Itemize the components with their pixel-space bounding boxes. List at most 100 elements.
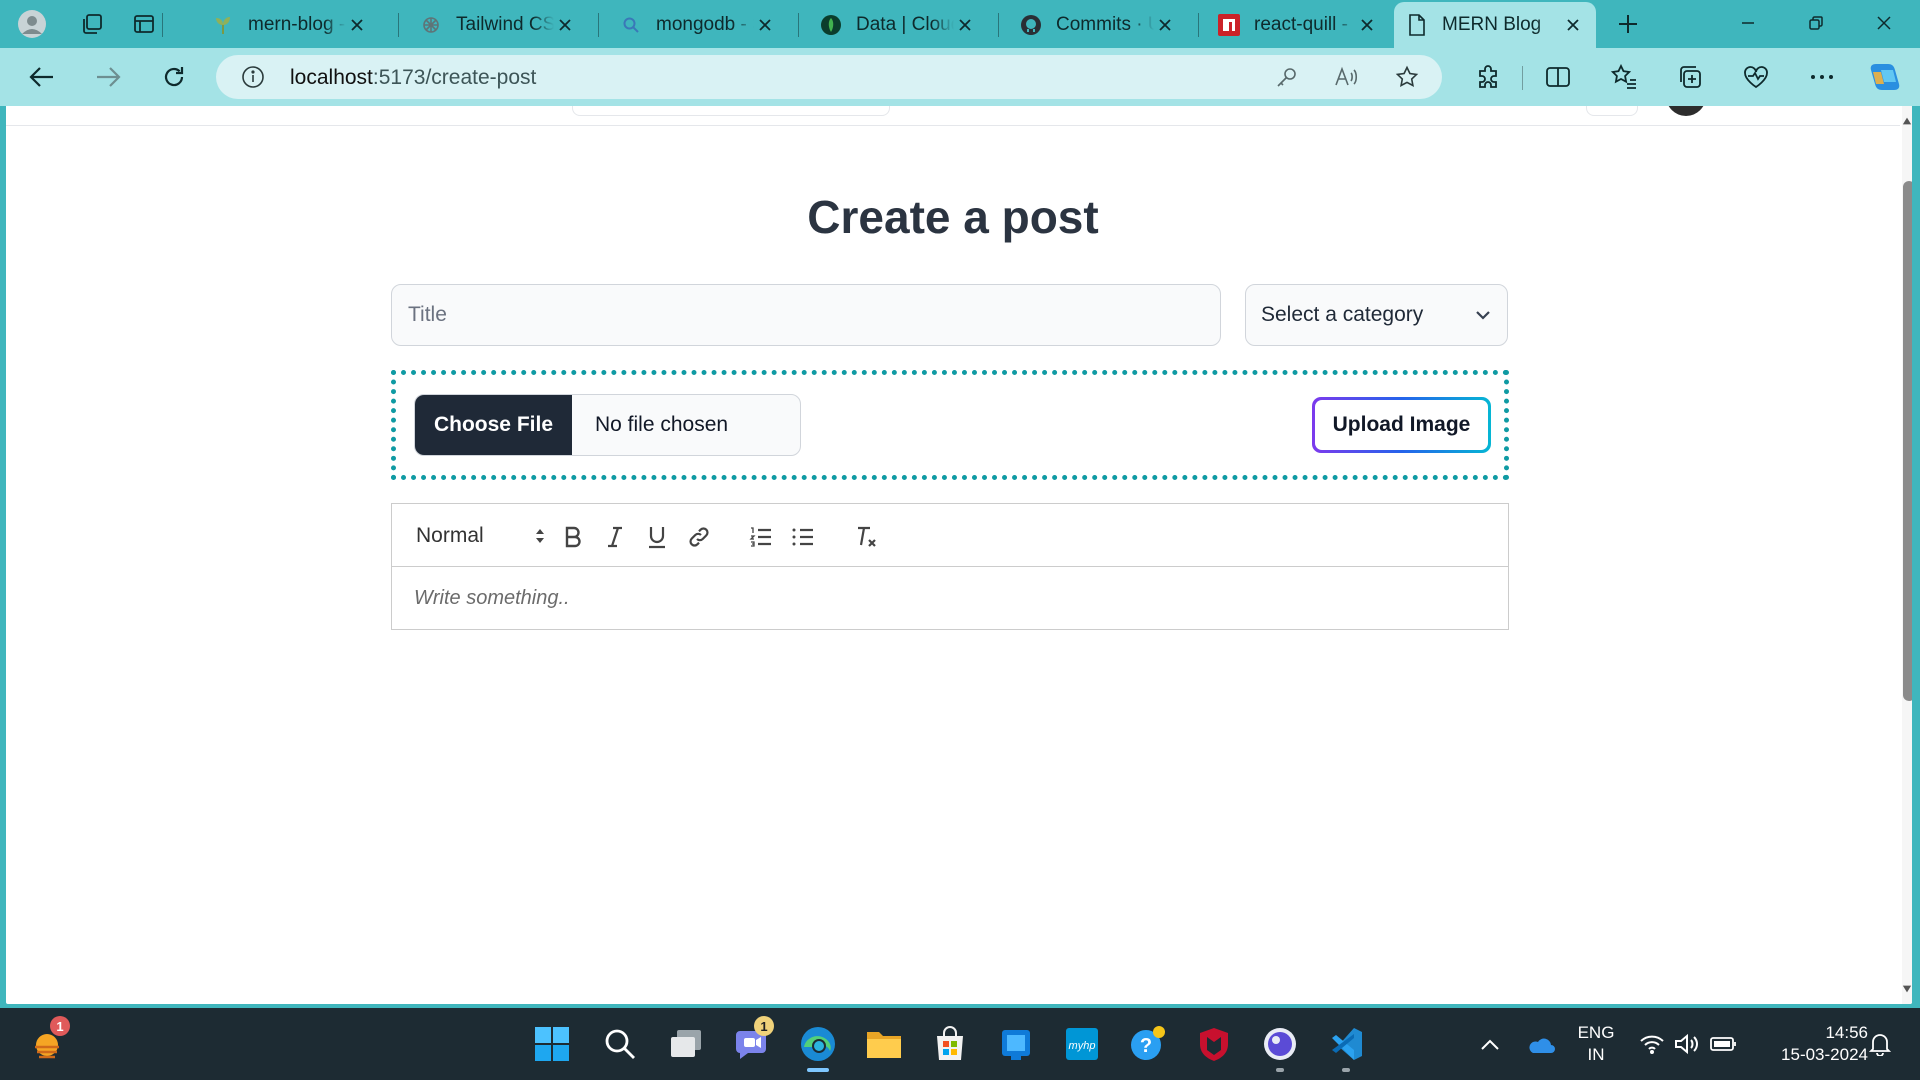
teams-chat-icon[interactable]: 1	[730, 1016, 774, 1066]
close-tab-icon[interactable]	[1154, 14, 1176, 36]
notifications-bell-icon[interactable]	[1858, 1022, 1902, 1066]
refresh-icon[interactable]	[154, 58, 194, 96]
header-theme-button[interactable]	[1586, 106, 1638, 116]
bold-icon[interactable]	[558, 522, 588, 552]
scrollbar-thumb[interactable]	[1903, 181, 1912, 701]
running-app-indicator	[1276, 1068, 1284, 1072]
microsoft-store-icon[interactable]	[928, 1022, 972, 1066]
new-tab-icon[interactable]	[1610, 6, 1646, 42]
teams-badge: 1	[754, 1016, 774, 1036]
close-tab-icon[interactable]	[754, 14, 776, 36]
split-screen-icon[interactable]	[1538, 58, 1578, 96]
category-select[interactable]: Select a category	[1245, 284, 1508, 346]
close-tab-icon[interactable]	[554, 14, 576, 36]
chevron-down-icon	[1476, 311, 1490, 320]
vscode-icon[interactable]	[1324, 1022, 1368, 1072]
tab-mern-blog-active[interactable]: MERN Blog	[1394, 2, 1596, 48]
header-avatar[interactable]	[1666, 106, 1706, 116]
language-indicator[interactable]: ENG IN	[1570, 1022, 1622, 1066]
url-text[interactable]: localhost:5173/create-post	[290, 66, 536, 90]
tab-separator	[162, 13, 163, 37]
post-title-input[interactable]	[391, 284, 1221, 346]
read-aloud-icon[interactable]	[1332, 62, 1362, 92]
tab-mern-blog-repo[interactable]: mern-blog -	[200, 4, 380, 46]
search-icon[interactable]	[598, 1022, 642, 1066]
tab-separator	[1198, 13, 1199, 37]
profile-avatar-icon[interactable]	[14, 6, 50, 42]
underline-icon[interactable]	[642, 522, 672, 552]
heading-format-value: Normal	[416, 524, 484, 547]
bullet-list-icon[interactable]	[788, 522, 818, 552]
clock[interactable]: 14:56 15-03-2024	[1752, 1022, 1868, 1066]
onedrive-cloud-icon[interactable]	[1518, 1022, 1562, 1066]
tab-mongodb-atlas[interactable]: Data | Cloud	[808, 4, 988, 46]
workspaces-icon[interactable]	[74, 6, 110, 42]
url-host: localhost	[290, 66, 373, 89]
browser-toolbar: localhost:5173/create-post	[0, 48, 1920, 106]
tab-react-quill-npm[interactable]: react-quill -	[1206, 4, 1390, 46]
task-view-icon[interactable]	[664, 1022, 708, 1066]
browser-essentials-heart-icon[interactable]	[1736, 58, 1776, 96]
forward-arrow-icon[interactable]	[88, 58, 128, 96]
tab-actions-icon[interactable]	[126, 6, 162, 42]
search-favicon-icon	[620, 14, 642, 36]
windows-start-icon[interactable]	[530, 1022, 574, 1066]
blue-app-icon[interactable]	[994, 1022, 1038, 1066]
copilot-icon[interactable]	[1864, 58, 1904, 96]
password-key-icon[interactable]	[1272, 62, 1302, 92]
extensions-puzzle-icon[interactable]	[1468, 58, 1508, 96]
tab-mongodb-search[interactable]: mongodb - S	[608, 4, 788, 46]
close-tab-icon[interactable]	[1562, 14, 1584, 36]
file-input[interactable]: Choose File No file chosen	[414, 394, 801, 456]
svg-text:?: ?	[1140, 1035, 1152, 1057]
scroll-up-arrow-icon[interactable]	[1902, 116, 1912, 128]
ordered-list-icon[interactable]	[746, 522, 776, 552]
choose-file-button[interactable]: Choose File	[415, 395, 572, 455]
tab-label: Tailwind CSS	[456, 14, 554, 35]
windows-taskbar: 1 1 myhp ? ENG IN 14:56 15-03-2024	[0, 1008, 1920, 1080]
close-window-icon[interactable]	[1852, 0, 1916, 46]
tab-tailwind[interactable]: Tailwind CSS	[408, 4, 588, 46]
collections-icon[interactable]	[1670, 58, 1710, 96]
scrollbar[interactable]	[1902, 106, 1912, 1004]
tab-separator	[998, 13, 999, 37]
restore-window-icon[interactable]	[1784, 0, 1848, 46]
battery-icon[interactable]	[1702, 1022, 1746, 1066]
italic-icon[interactable]	[600, 522, 630, 552]
minimize-window-icon[interactable]	[1716, 0, 1780, 46]
browser-tab-strip: mern-blog - Tailwind CSS mongodb - S Dat…	[0, 0, 1920, 48]
weather-badge: 1	[50, 1016, 70, 1036]
weather-widget-icon[interactable]: 1	[26, 1016, 70, 1066]
back-arrow-icon[interactable]	[22, 58, 62, 96]
clear-format-icon[interactable]	[852, 522, 882, 552]
running-app-indicator	[1342, 1068, 1350, 1072]
show-hidden-icons-chevron-up-icon[interactable]	[1468, 1022, 1512, 1066]
close-tab-icon[interactable]	[1356, 14, 1378, 36]
tab-github-commits[interactable]: Commits · U	[1008, 4, 1188, 46]
header-search-input[interactable]	[572, 106, 890, 116]
site-info-icon[interactable]	[238, 62, 268, 92]
file-explorer-icon[interactable]	[862, 1022, 906, 1066]
edge-browser-icon[interactable]	[796, 1022, 840, 1072]
image-upload-section: Choose File No file chosen Upload Image	[391, 370, 1509, 480]
link-icon[interactable]	[684, 522, 714, 552]
close-tab-icon[interactable]	[954, 14, 976, 36]
language-region: IN	[1587, 1045, 1605, 1064]
heading-format-select[interactable]: Normal	[416, 522, 546, 550]
close-tab-icon[interactable]	[346, 14, 368, 36]
obs-studio-icon[interactable]	[1258, 1022, 1302, 1072]
get-help-icon[interactable]: ?	[1126, 1022, 1170, 1066]
favorites-list-icon[interactable]	[1604, 58, 1644, 96]
more-options-icon[interactable]	[1802, 58, 1842, 96]
page-favicon-icon	[1406, 14, 1428, 36]
file-status-text: No file chosen	[595, 413, 729, 436]
upload-image-button[interactable]: Upload Image	[1312, 397, 1491, 453]
myhp-app-icon[interactable]: myhp	[1060, 1022, 1104, 1066]
favorite-star-icon[interactable]	[1392, 62, 1422, 92]
tab-separator	[798, 13, 799, 37]
editor-content[interactable]: Write something..	[392, 567, 1508, 630]
mcafee-shield-icon[interactable]	[1192, 1022, 1236, 1066]
tab-label: mern-blog -	[248, 14, 346, 35]
address-bar[interactable]: localhost:5173/create-post	[216, 55, 1442, 99]
scroll-down-arrow-icon[interactable]	[1902, 984, 1912, 996]
